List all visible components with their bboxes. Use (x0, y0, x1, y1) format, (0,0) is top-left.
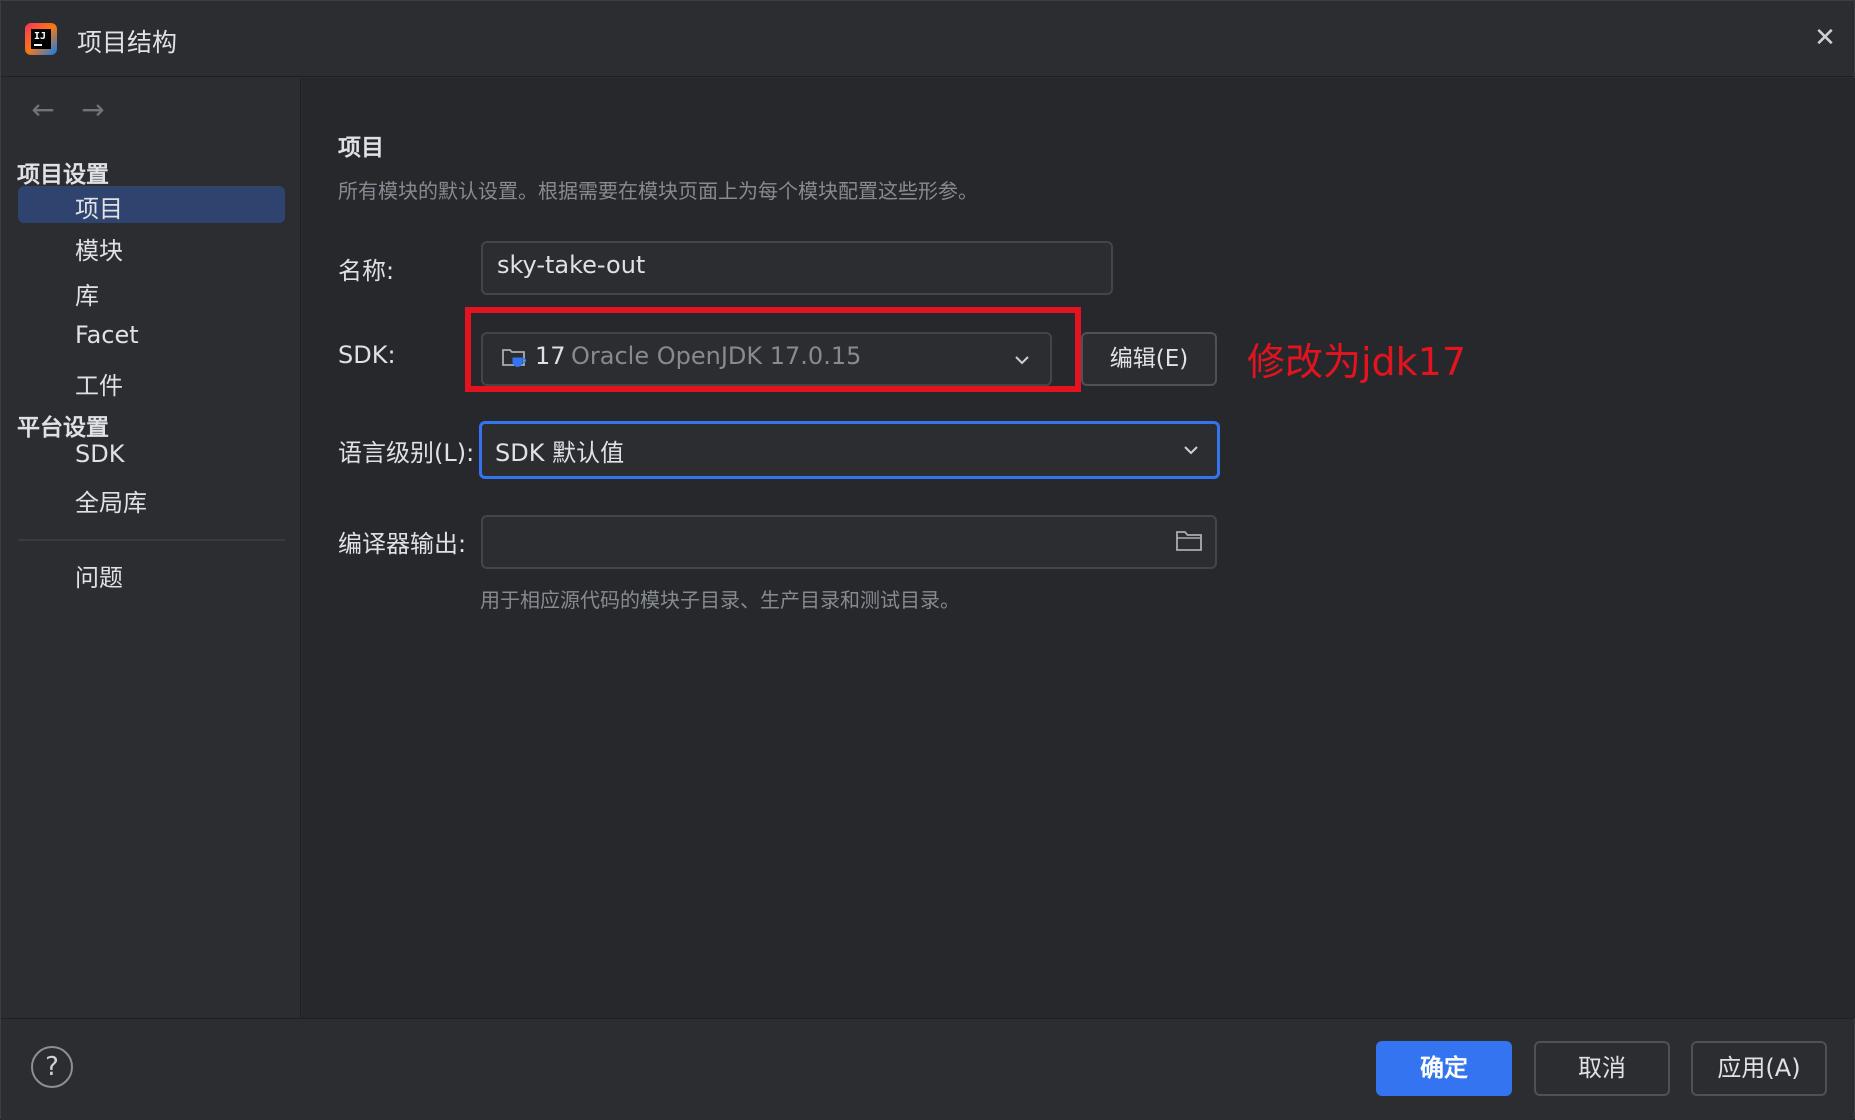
cancel-button[interactable]: 取消 (1534, 1041, 1670, 1096)
sidebar-item-label: SDK (75, 440, 125, 468)
chevron-down-icon (1184, 446, 1198, 455)
sidebar-item-label: 工件 (75, 372, 123, 400)
folder-browse-icon[interactable] (1175, 529, 1203, 553)
language-level-dropdown[interactable]: SDK 默认值 (479, 421, 1220, 479)
name-field[interactable]: sky-take-out (481, 241, 1113, 295)
sidebar-item-label: 问题 (75, 564, 123, 592)
sidebar-item-facets[interactable]: Facet (18, 318, 285, 355)
sidebar-item-libraries[interactable]: 库 (18, 273, 285, 310)
compiler-output-field[interactable] (481, 515, 1217, 569)
apply-button[interactable]: 应用(A) (1691, 1041, 1827, 1096)
edit-sdk-button[interactable]: 编辑(E) (1081, 332, 1217, 386)
main-panel: 项目 所有模块的默认设置。根据需要在模块页面上为每个模块配置这些形参。 名称: … (302, 78, 1855, 1018)
page-title: 项目 (338, 135, 384, 161)
sidebar-item-label: 全局库 (75, 489, 147, 517)
name-label: 名称: (338, 257, 395, 285)
close-icon[interactable]: ✕ (1810, 23, 1840, 53)
sidebar-item-problems[interactable]: 问题 (18, 555, 285, 592)
highlight-box (465, 307, 1081, 392)
sidebar-item-label: 项目 (75, 195, 123, 223)
sidebar-item-label: Facet (75, 321, 139, 349)
sidebar-item-modules[interactable]: 模块 (18, 228, 285, 265)
project-structure-dialog: IJ 项目结构 ✕ ← → 项目设置 项目 模块 库 Facet 工件 平台设置… (0, 0, 1855, 1120)
dialog-footer: ? 确定 取消 应用(A) (1, 1018, 1854, 1120)
compiler-output-label: 编译器输出: (338, 530, 467, 558)
annotation-text: 修改为jdk17 (1247, 340, 1467, 384)
back-arrow-icon[interactable]: ← (25, 92, 61, 128)
help-icon[interactable]: ? (31, 1046, 73, 1088)
sidebar-item-artifacts[interactable]: 工件 (18, 363, 285, 400)
ok-button[interactable]: 确定 (1376, 1041, 1512, 1096)
language-level-label: 语言级别(L): (338, 439, 475, 467)
sidebar-divider (18, 539, 285, 541)
sidebar-item-label: 模块 (75, 237, 123, 265)
forward-arrow-icon[interactable]: → (75, 92, 111, 128)
sidebar-item-label: 库 (75, 282, 99, 310)
language-level-value: SDK 默认值 (495, 439, 625, 467)
name-value: sky-take-out (497, 251, 646, 279)
title-bar: IJ 项目结构 ✕ (1, 1, 1854, 77)
sidebar: ← → 项目设置 项目 模块 库 Facet 工件 平台设置 SDK 全局库 问… (1, 78, 301, 1018)
window-title: 项目结构 (77, 28, 178, 57)
sdk-label: SDK: (338, 341, 396, 369)
intellij-logo-icon: IJ (25, 23, 57, 55)
sidebar-item-project[interactable]: 项目 (18, 186, 285, 223)
sidebar-item-sdk[interactable]: SDK (18, 437, 285, 474)
sidebar-item-global-libraries[interactable]: 全局库 (18, 480, 285, 517)
page-description: 所有模块的默认设置。根据需要在模块页面上为每个模块配置这些形参。 (338, 179, 978, 203)
project-settings-header: 项目设置 (17, 162, 109, 188)
compiler-output-hint: 用于相应源代码的模块子目录、生产目录和测试目录。 (480, 588, 960, 612)
